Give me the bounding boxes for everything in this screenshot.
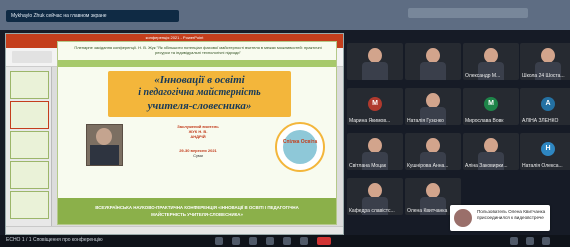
slide-title-line: «Інновації в освіті <box>154 74 245 86</box>
footer-line: МАЙСТЕРНІСТЬ УЧИТЕЛЯ-СЛОВЕСНИКА» <box>151 212 243 217</box>
meeting-top-bar: Mykhaylo Zhuk сейчас на главном экране <box>0 0 570 30</box>
emblem-label: Спілка Освіта <box>282 139 318 145</box>
participant-name: Кафедра славістс... <box>349 208 395 214</box>
slide-footer: ВСЕУКРАЇНСЬКА НАУКОВО-ПРАКТИЧНА КОНФЕРЕН… <box>58 198 336 224</box>
slide-header-text: Пленарне засідання конференції. Н. В. Жу… <box>74 45 322 55</box>
slide-thumbnail-pane[interactable] <box>6 67 52 227</box>
notification-text: Пользователь Олена Квитчанка присоединил… <box>477 209 546 220</box>
participant-name: Світлана Моцак <box>349 163 387 169</box>
notification-avatar <box>454 209 472 227</box>
participant-video <box>347 43 403 80</box>
slide-thumbnail[interactable] <box>10 101 49 129</box>
participant-tile[interactable]: A АЛІНА ЗЛЕНКО <box>520 88 570 125</box>
participant-name: Наталія Олекса... <box>522 163 563 169</box>
leave-call-button[interactable] <box>317 237 331 245</box>
screen-share-banner: Mykhaylo Zhuk сейчас на главном экране <box>6 10 179 22</box>
current-slide: Пленарне засідання конференції. Н. В. Жу… <box>57 41 337 225</box>
participant-name: Мирослава Вовк <box>465 118 504 124</box>
mic-button[interactable] <box>215 237 223 245</box>
participant-name: Наталія Гузєнко <box>407 118 444 124</box>
participant-name: Школа 24 Шоста... <box>522 73 565 79</box>
participant-name: Марина Якимов... <box>349 118 391 124</box>
present-button[interactable] <box>283 237 291 245</box>
participant-avatar: M <box>368 97 382 111</box>
slide-title-box: «Інновації в освіті і педагогічна майсте… <box>108 71 291 117</box>
conference-emblem: Спілка Освіта <box>275 122 325 172</box>
participant-avatar: H <box>541 142 555 156</box>
participant-tile[interactable]: Кафедра славістс... <box>347 178 403 215</box>
participant-name: Олександр М... <box>465 73 501 79</box>
slide-thumbnail[interactable] <box>10 191 49 219</box>
more-options-button[interactable] <box>300 237 308 245</box>
slide-title-line: учителя-словесника» <box>147 100 252 112</box>
chat-button[interactable] <box>542 237 550 245</box>
slide-banner <box>58 60 336 67</box>
slide-thumbnail[interactable] <box>10 71 49 99</box>
participant-tile[interactable]: M Мирослава Вовк <box>463 88 519 125</box>
participant-name: Кушнірова Анна... <box>407 163 449 169</box>
ribbon-group[interactable] <box>12 51 52 63</box>
slide-title-line: і педагогічна майстерність <box>138 87 261 98</box>
participant-tile[interactable]: Школа 24 Шоста... <box>520 43 570 80</box>
participant-tile[interactable]: Аліна Заковирки... <box>463 133 519 170</box>
info-button[interactable] <box>510 237 518 245</box>
participant-video <box>405 43 461 80</box>
raise-hand-button[interactable] <box>266 237 274 245</box>
speaker-line: АНДРІЙ <box>190 134 206 139</box>
ppt-status-bar <box>6 226 343 234</box>
participant-tile[interactable]: Олександр М... <box>463 43 519 80</box>
captions-button[interactable] <box>249 237 257 245</box>
participant-tile[interactable]: Наталія Гузєнко <box>405 88 461 125</box>
meeting-info: ECHO 1 / 1 Сповіщення про конференцію <box>6 237 103 243</box>
participant-tile[interactable]: Світлана Моцак <box>347 133 403 170</box>
screen: Mykhaylo Zhuk сейчас на главном экране к… <box>0 0 570 247</box>
participant-avatar: M <box>484 97 498 111</box>
top-bar-placeholder <box>408 8 528 18</box>
participant-tile[interactable]: M Марина Якимов... <box>347 88 403 125</box>
slide-thumbnail[interactable] <box>10 161 49 189</box>
camera-button[interactable] <box>232 237 240 245</box>
join-notification[interactable]: Пользователь Олена Квитчанка присоединил… <box>450 205 550 231</box>
participant-tile[interactable] <box>347 43 403 80</box>
slide-thumbnail[interactable] <box>10 131 49 159</box>
participant-tile[interactable]: H Наталія Олекса... <box>520 133 570 170</box>
footer-line: ВСЕУКРАЇНСЬКА НАУКОВО-ПРАКТИЧНА КОНФЕРЕН… <box>95 205 299 210</box>
participant-name: АЛІНА ЗЛЕНКО <box>522 118 559 124</box>
speaker-info: Заслужений вчитель ЖУК Н. В. АНДРІЙ <box>158 124 238 139</box>
participant-avatar: A <box>541 97 555 111</box>
meeting-control-bar: ECHO 1 / 1 Сповіщення про конференцію <box>0 235 570 247</box>
conference-city: Суми <box>193 153 203 158</box>
people-button[interactable] <box>526 237 534 245</box>
participant-name: Аліна Заковирки... <box>465 163 508 169</box>
speaker-portrait <box>86 124 123 166</box>
participant-tile[interactable] <box>405 43 461 80</box>
participant-tile[interactable]: Кушнірова Анна... <box>405 133 461 170</box>
